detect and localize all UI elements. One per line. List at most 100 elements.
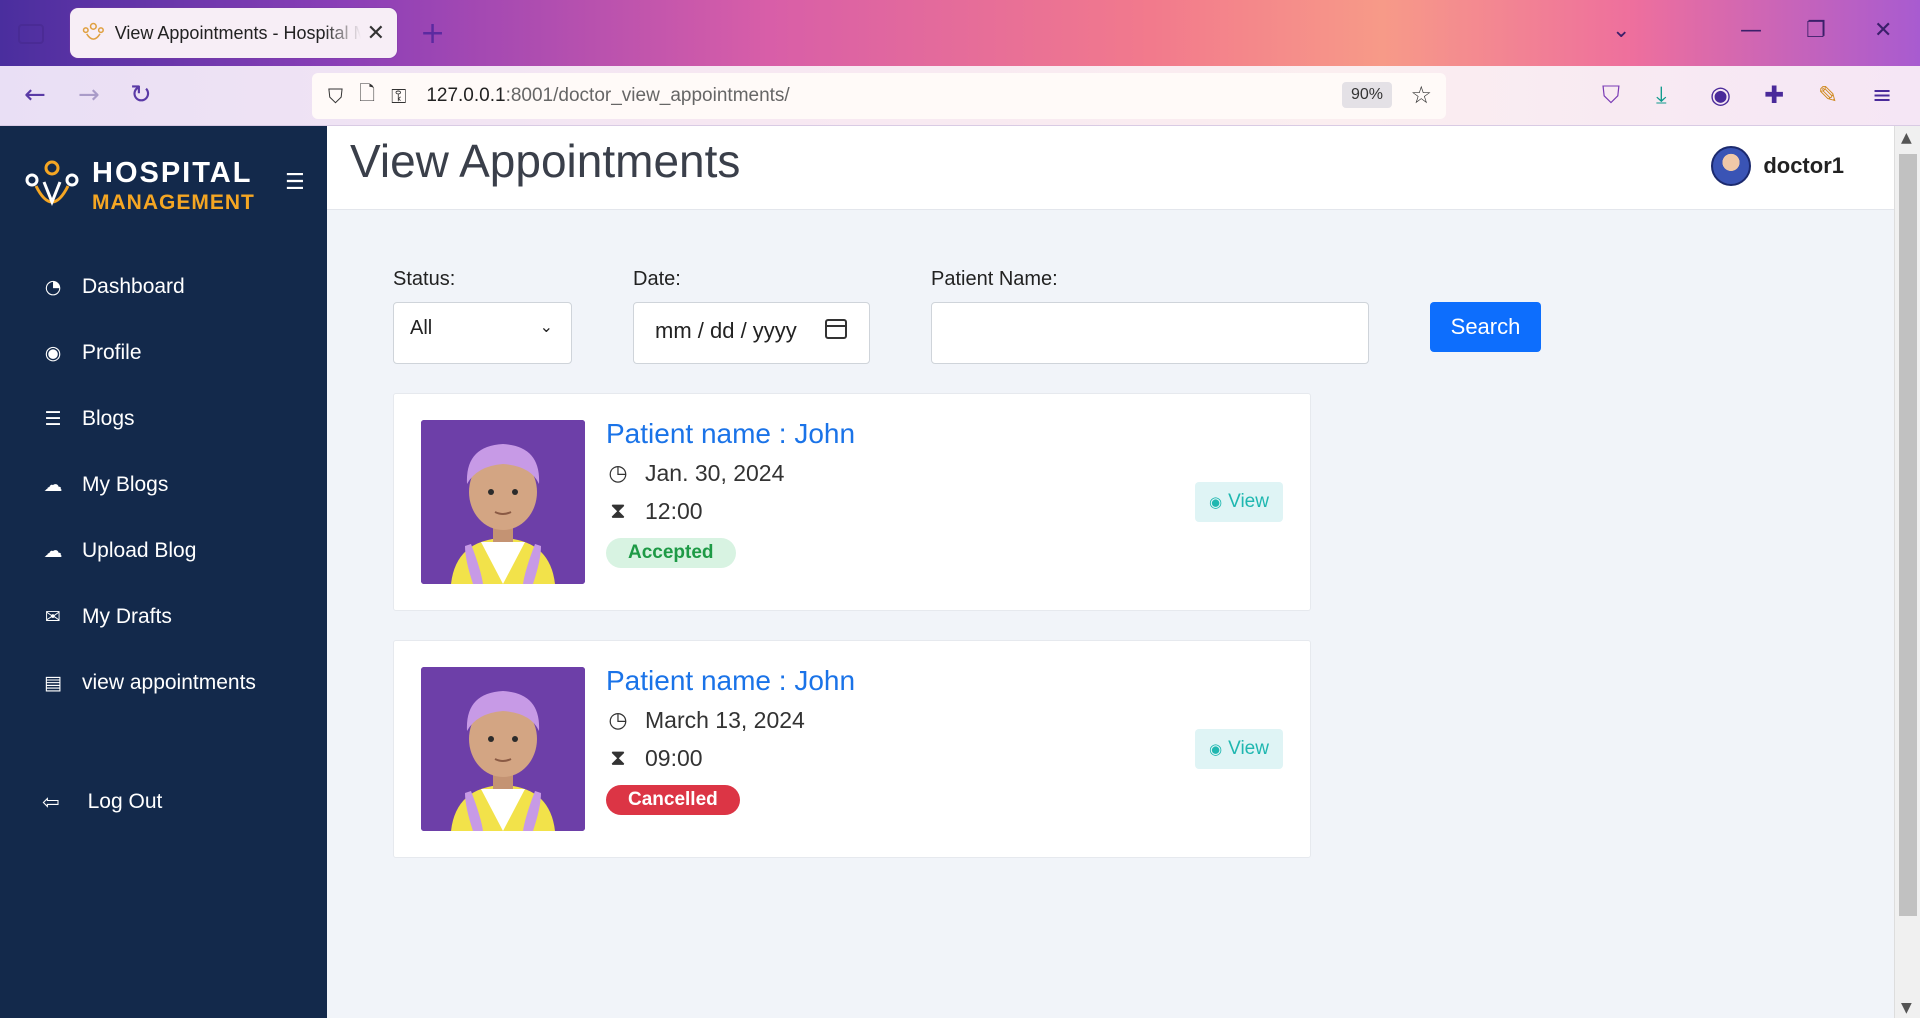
forward-arrow-icon[interactable]: → bbox=[78, 80, 100, 110]
id-card-icon: ▤ bbox=[44, 672, 62, 694]
appointment-date-value: March 13, 2024 bbox=[645, 707, 805, 733]
patient-name[interactable]: Patient name : John bbox=[606, 418, 855, 450]
appointment-time-value: 12:00 bbox=[645, 498, 703, 524]
sidebar-item-label: Dashboard bbox=[82, 275, 185, 298]
app-menu-icon[interactable]: ≡ bbox=[1872, 81, 1892, 109]
cloud-icon: ☁ bbox=[43, 474, 63, 496]
patient-name[interactable]: Patient name : John bbox=[606, 665, 855, 697]
page-icon: 🗋 bbox=[359, 81, 376, 105]
new-tab-button[interactable]: + bbox=[420, 16, 445, 51]
status-label: Status: bbox=[393, 268, 456, 290]
scroll-down-icon[interactable]: ▼ bbox=[1901, 1000, 1912, 1016]
view-button-label: View bbox=[1228, 738, 1269, 759]
patient-name-label: Patient Name: bbox=[931, 268, 1058, 290]
brand-line1: HOSPITAL bbox=[92, 157, 253, 189]
account-icon[interactable]: ◉ bbox=[1710, 81, 1731, 109]
eye-icon: ◉ bbox=[1209, 493, 1223, 511]
view-button[interactable]: ◉ View bbox=[1195, 482, 1283, 522]
sidebar-item-blogs[interactable]: ☰ Blogs bbox=[0, 386, 327, 452]
key-icon[interactable]: ⚿ bbox=[391, 84, 406, 108]
extensions-icon[interactable]: ✚ bbox=[1764, 81, 1784, 109]
hospital-logo-icon bbox=[82, 22, 104, 40]
page-header: View Appointments doctor1 bbox=[327, 126, 1894, 210]
clock-icon: ◷ bbox=[608, 461, 628, 486]
date-placeholder: mm / dd / yyyy bbox=[655, 318, 797, 343]
shield-icon[interactable]: ⛉ bbox=[328, 84, 343, 108]
patient-name-input[interactable] bbox=[931, 302, 1369, 364]
gauge-icon: ◔ bbox=[44, 276, 62, 298]
sidebar-menu: ◔ Dashboard ◉ Profile ☰ Blogs ☁ My Blogs… bbox=[0, 254, 327, 716]
sidebar-item-view-appointments[interactable]: ▤ view appointments bbox=[0, 650, 327, 716]
sidebar-item-label: My Blogs bbox=[82, 473, 169, 496]
sidebar-toggle-icon[interactable]: ☰ bbox=[285, 170, 305, 195]
logout-link[interactable]: ⇦ Log Out bbox=[42, 790, 162, 814]
brand[interactable]: HOSPITAL MANAGEMENT bbox=[22, 156, 255, 216]
page-scrollbar[interactable]: ▲ ▼ bbox=[1894, 126, 1920, 1018]
sidebar-item-profile[interactable]: ◉ Profile bbox=[0, 320, 327, 386]
scroll-up-icon[interactable]: ▲ bbox=[1901, 130, 1912, 146]
minimize-icon[interactable]: — bbox=[1740, 18, 1762, 43]
patient-avatar bbox=[421, 420, 585, 584]
sidebar-item-dashboard[interactable]: ◔ Dashboard bbox=[0, 254, 327, 320]
list-icon: ☰ bbox=[44, 408, 62, 430]
hourglass-icon: ⧗ bbox=[610, 499, 626, 524]
user-menu[interactable]: doctor1 bbox=[1711, 146, 1844, 186]
user-circle-icon: ◉ bbox=[44, 342, 62, 364]
sidebar-item-label: My Drafts bbox=[82, 605, 172, 628]
tab-overview-icon[interactable] bbox=[18, 24, 44, 44]
appointment-time: ⧗ 12:00 bbox=[606, 498, 703, 525]
sidebar-item-label: Profile bbox=[82, 341, 142, 364]
search-button[interactable]: Search bbox=[1430, 302, 1541, 352]
theme-extension-icon[interactable]: ✎ bbox=[1818, 81, 1838, 109]
eye-icon: ◉ bbox=[1209, 740, 1223, 758]
status-select[interactable]: All ⌄ bbox=[393, 302, 572, 364]
status-badge: Accepted bbox=[606, 538, 736, 568]
bookmark-star-icon[interactable]: ☆ bbox=[1410, 81, 1432, 109]
view-button[interactable]: ◉ View bbox=[1195, 729, 1283, 769]
url-text[interactable]: 127.0.0.1:8001/doctor_view_appointments/ bbox=[426, 85, 789, 107]
clock-icon: ◷ bbox=[608, 708, 628, 733]
chevron-down-icon: ⌄ bbox=[539, 317, 553, 336]
logout-label: Log Out bbox=[87, 790, 163, 813]
zoom-level[interactable]: 90% bbox=[1341, 82, 1392, 108]
status-select-value: All bbox=[410, 317, 433, 339]
sidebar-item-label: view appointments bbox=[82, 671, 256, 694]
tab-list-chevron-icon[interactable]: ⌄ bbox=[1612, 18, 1630, 43]
hospital-logo-icon bbox=[25, 160, 79, 207]
status-badge: Cancelled bbox=[606, 785, 740, 815]
browser-tab-active[interactable]: View Appointments - Hospital Management … bbox=[70, 8, 397, 58]
avatar bbox=[1711, 146, 1752, 186]
tab-close-icon[interactable]: ✕ bbox=[367, 21, 385, 46]
date-input[interactable]: mm / dd / yyyy bbox=[633, 302, 870, 364]
address-bar[interactable]: ⛉ 🗋 ⚿ 127.0.0.1:8001/doctor_view_appoint… bbox=[312, 73, 1446, 119]
tab-title: View Appointments - Hospital Management bbox=[114, 22, 361, 43]
url-host: 127.0.0.1 bbox=[426, 85, 506, 106]
browser-tabbar: View Appointments - Hospital Management … bbox=[0, 0, 1920, 66]
url-path: :8001/doctor_view_appointments/ bbox=[505, 85, 790, 106]
sidebar: HOSPITAL MANAGEMENT ☰ ◔ Dashboard ◉ Prof… bbox=[0, 126, 327, 1018]
scrollbar-thumb[interactable] bbox=[1899, 154, 1917, 916]
reload-icon[interactable]: ↻ bbox=[130, 80, 152, 110]
hourglass-icon: ⧗ bbox=[610, 746, 626, 771]
download-icon[interactable]: ⤓ bbox=[1656, 81, 1667, 109]
calendar-icon[interactable] bbox=[825, 319, 847, 339]
username: doctor1 bbox=[1763, 153, 1844, 178]
appointment-date: ◷ Jan. 30, 2024 bbox=[606, 460, 784, 487]
date-label: Date: bbox=[633, 268, 681, 290]
sidebar-item-my-blogs[interactable]: ☁ My Blogs bbox=[0, 452, 327, 518]
restore-icon[interactable]: ❐ bbox=[1806, 18, 1826, 43]
view-button-label: View bbox=[1228, 491, 1269, 512]
cloud-upload-icon: ☁ bbox=[43, 540, 63, 562]
appointment-time-value: 09:00 bbox=[645, 745, 703, 771]
window-close-icon[interactable]: ✕ bbox=[1874, 18, 1892, 43]
appointment-card: Patient name : John ◷ Jan. 30, 2024 ⧗ 12… bbox=[393, 393, 1311, 611]
brand-line2: MANAGEMENT bbox=[92, 191, 255, 214]
sidebar-item-my-drafts[interactable]: ✉ My Drafts bbox=[0, 584, 327, 650]
pocket-icon[interactable]: ⛉ bbox=[1602, 81, 1620, 109]
patient-avatar bbox=[421, 667, 585, 831]
sidebar-item-upload-blog[interactable]: ☁ Upload Blog bbox=[0, 518, 327, 584]
appointment-date-value: Jan. 30, 2024 bbox=[645, 460, 785, 486]
back-arrow-icon[interactable]: ← bbox=[24, 80, 46, 110]
page-title: View Appointments bbox=[350, 135, 741, 187]
sidebar-item-label: Upload Blog bbox=[82, 539, 197, 562]
